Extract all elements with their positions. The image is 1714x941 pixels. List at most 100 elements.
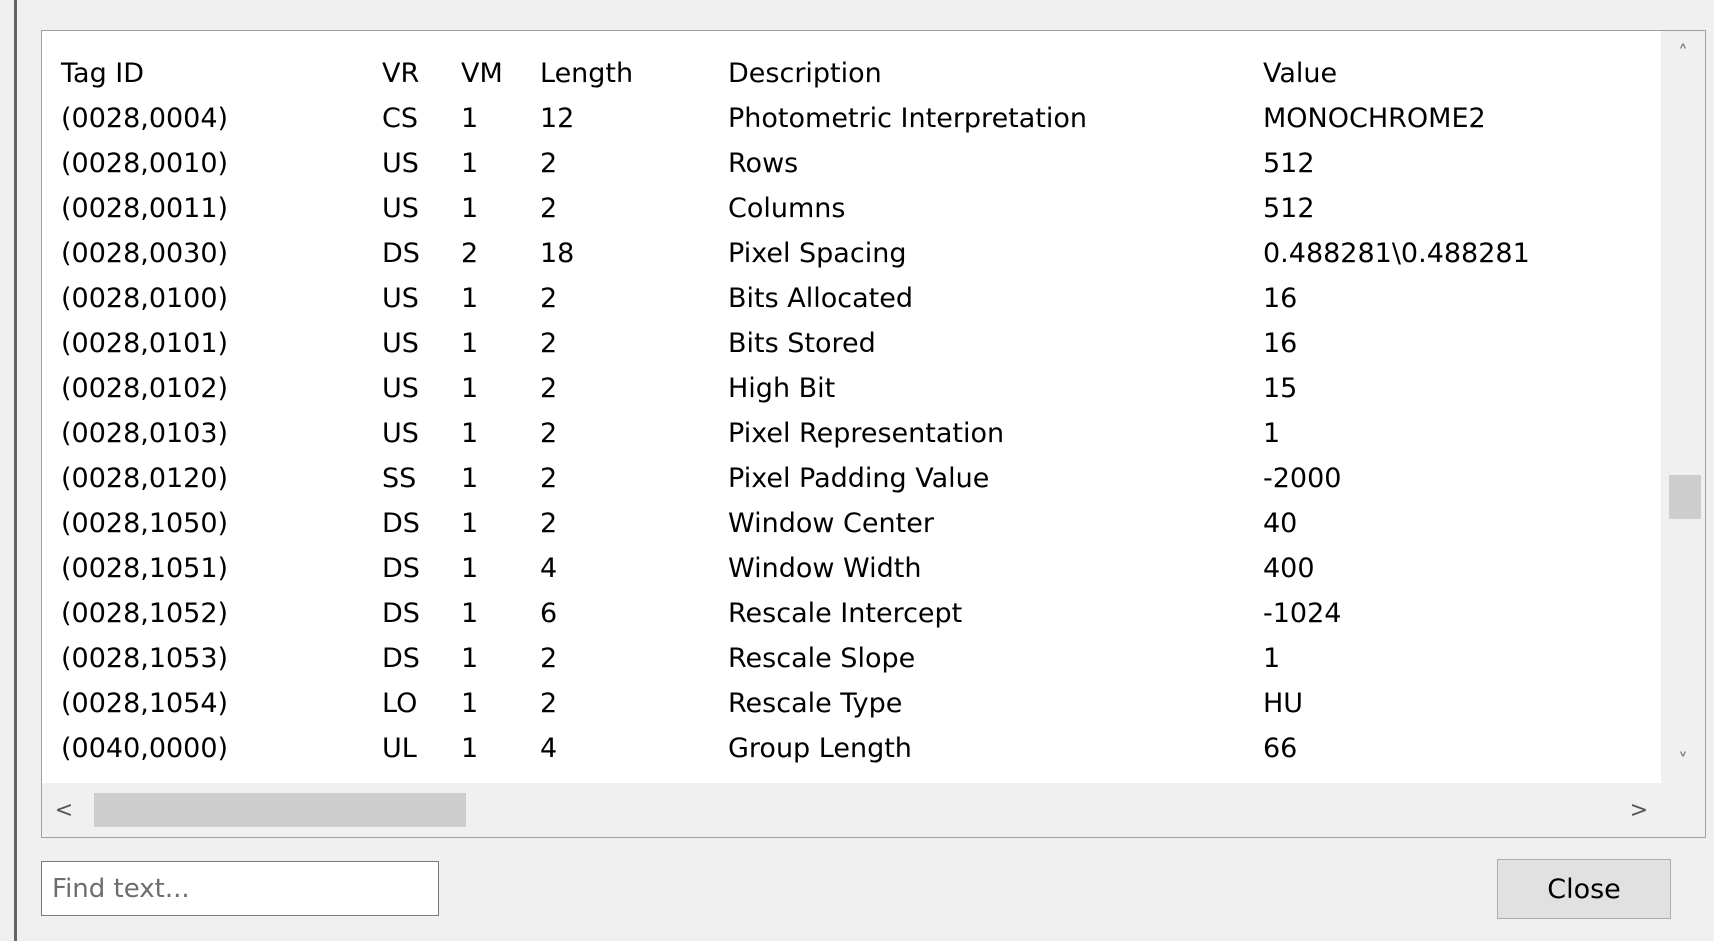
scroll-down-icon[interactable]: ˅ <box>1661 739 1705 783</box>
cell-vm: 1 <box>461 688 479 719</box>
table-row[interactable]: (0028,1054) LO 1 2 Rescale Type HU <box>42 681 1662 726</box>
column-header-tag-id[interactable]: Tag ID <box>61 51 144 96</box>
cell-length: 4 <box>540 553 558 584</box>
column-header-description[interactable]: Description <box>728 51 882 96</box>
cell-vm: 1 <box>461 193 479 224</box>
table-row[interactable]: (0028,1053) DS 1 2 Rescale Slope 1 <box>42 636 1662 681</box>
cell-vr: UL <box>382 733 417 764</box>
table-header: Tag ID VR VM Length Description Value <box>42 51 1662 96</box>
dicom-tag-list[interactable]: Tag ID VR VM Length Description Value (0… <box>41 30 1706 838</box>
scroll-left-icon[interactable]: < <box>42 783 86 837</box>
cell-length: 12 <box>540 103 575 134</box>
cell-vr: US <box>382 328 419 359</box>
cell-length: 2 <box>540 643 558 674</box>
cell-tag-id: (0028,0101) <box>61 328 229 359</box>
cell-description: Rows <box>728 148 799 179</box>
table-row[interactable]: (0040,0000) UL 1 4 Group Length 66 <box>42 726 1662 771</box>
cell-description: Pixel Padding Value <box>728 463 990 494</box>
cell-tag-id: (0028,1053) <box>61 643 229 674</box>
cell-description: High Bit <box>728 373 836 404</box>
cell-length: 6 <box>540 598 558 629</box>
column-header-vm[interactable]: VM <box>461 51 503 96</box>
cell-tag-id: (0040,0000) <box>61 733 229 764</box>
table-row[interactable]: (0028,0030) DS 2 18 Pixel Spacing 0.488281\0.… <box>42 231 1662 276</box>
cell-tag-id: (0028,0011) <box>61 193 229 224</box>
cell-vr: LO <box>382 688 418 719</box>
horizontal-scroll-thumb[interactable] <box>94 793 466 827</box>
cell-tag-id: (0028,0103) <box>61 418 229 449</box>
cell-vr: DS <box>382 643 420 674</box>
cell-value: 15 <box>1263 373 1298 404</box>
cell-vm: 1 <box>461 373 479 404</box>
cell-description: Pixel Spacing <box>728 238 907 269</box>
cell-description: Group Length <box>728 733 912 764</box>
cell-value: 66 <box>1263 733 1298 764</box>
column-header-value[interactable]: Value <box>1263 51 1337 96</box>
cell-tag-id: (0028,0004) <box>61 103 229 134</box>
cell-length: 18 <box>540 238 575 269</box>
table-row[interactable]: (0028,0101) US 1 2 Bits Stored 16 <box>42 321 1662 366</box>
cell-length: 2 <box>540 193 558 224</box>
cell-tag-id: (0028,1050) <box>61 508 229 539</box>
cell-value: -1024 <box>1263 598 1342 629</box>
horizontal-scrollbar[interactable]: < > <box>42 783 1661 837</box>
cell-vm: 1 <box>461 643 479 674</box>
scroll-up-icon[interactable]: ˄ <box>1661 31 1705 75</box>
vertical-scroll-thumb[interactable] <box>1669 475 1701 519</box>
cell-value: 400 <box>1263 553 1315 584</box>
column-header-vr[interactable]: VR <box>382 51 419 96</box>
cell-value: HU <box>1263 688 1304 719</box>
table-row[interactable]: (0028,0011) US 1 2 Columns 512 <box>42 186 1662 231</box>
cell-length: 4 <box>540 733 558 764</box>
column-header-length[interactable]: Length <box>540 51 633 96</box>
cell-vr: DS <box>382 598 420 629</box>
cell-length: 2 <box>540 148 558 179</box>
cell-description: Window Width <box>728 553 922 584</box>
cell-length: 2 <box>540 283 558 314</box>
cell-length: 2 <box>540 373 558 404</box>
scroll-right-icon[interactable]: > <box>1617 783 1661 837</box>
cell-tag-id: (0028,1054) <box>61 688 229 719</box>
cell-tag-id: (0028,0100) <box>61 283 229 314</box>
table-row[interactable]: (0028,0004) CS 1 12 Photometric Interpretati… <box>42 96 1662 141</box>
cell-tag-id: (0028,0010) <box>61 148 229 179</box>
cell-description: Pixel Representation <box>728 418 1005 449</box>
table-row[interactable]: (0028,0120) SS 1 2 Pixel Padding Value -2000 <box>42 456 1662 501</box>
table-row[interactable]: (0028,1051) DS 1 4 Window Width 400 <box>42 546 1662 591</box>
table-row[interactable]: (0028,0010) US 1 2 Rows 512 <box>42 141 1662 186</box>
table-row[interactable]: (0028,1052) DS 1 6 Rescale Intercept -1024 <box>42 591 1662 636</box>
cell-vr: US <box>382 283 419 314</box>
cell-vm: 1 <box>461 598 479 629</box>
cell-vr: US <box>382 193 419 224</box>
cell-vm: 1 <box>461 508 479 539</box>
cell-description: Window Center <box>728 508 934 539</box>
cell-vm: 1 <box>461 103 479 134</box>
cell-vm: 1 <box>461 733 479 764</box>
cell-length: 2 <box>540 328 558 359</box>
cell-length: 2 <box>540 463 558 494</box>
cell-tag-id: (0028,0030) <box>61 238 229 269</box>
cell-vm: 2 <box>461 238 479 269</box>
cell-value: 16 <box>1263 283 1298 314</box>
cell-tag-id: (0028,1052) <box>61 598 229 629</box>
scrollbar-corner <box>1661 783 1705 837</box>
cell-vm: 1 <box>461 328 479 359</box>
cell-length: 2 <box>540 688 558 719</box>
table-row[interactable]: (0028,0100) US 1 2 Bits Allocated 16 <box>42 276 1662 321</box>
find-text-input[interactable] <box>41 861 439 916</box>
close-button[interactable]: Close <box>1497 859 1671 919</box>
cell-vr: DS <box>382 238 420 269</box>
cell-value: 1 <box>1263 643 1281 674</box>
cell-value: 0.488281\0.488281 <box>1263 238 1530 269</box>
table-row[interactable]: (0028,0102) US 1 2 High Bit 15 <box>42 366 1662 411</box>
cell-tag-id: (0028,0102) <box>61 373 229 404</box>
cell-description: Columns <box>728 193 846 224</box>
table-row[interactable]: (0028,0103) US 1 2 Pixel Representation 1 <box>42 411 1662 456</box>
cell-vr: DS <box>382 553 420 584</box>
cell-vr: CS <box>382 103 418 134</box>
cell-description: Photometric Interpretation <box>728 103 1088 134</box>
table-row[interactable]: (0028,1050) DS 1 2 Window Center 40 <box>42 501 1662 546</box>
cell-value: 512 <box>1263 193 1315 224</box>
cell-vr: DS <box>382 508 420 539</box>
vertical-scrollbar[interactable]: ˄ ˅ <box>1661 31 1705 783</box>
